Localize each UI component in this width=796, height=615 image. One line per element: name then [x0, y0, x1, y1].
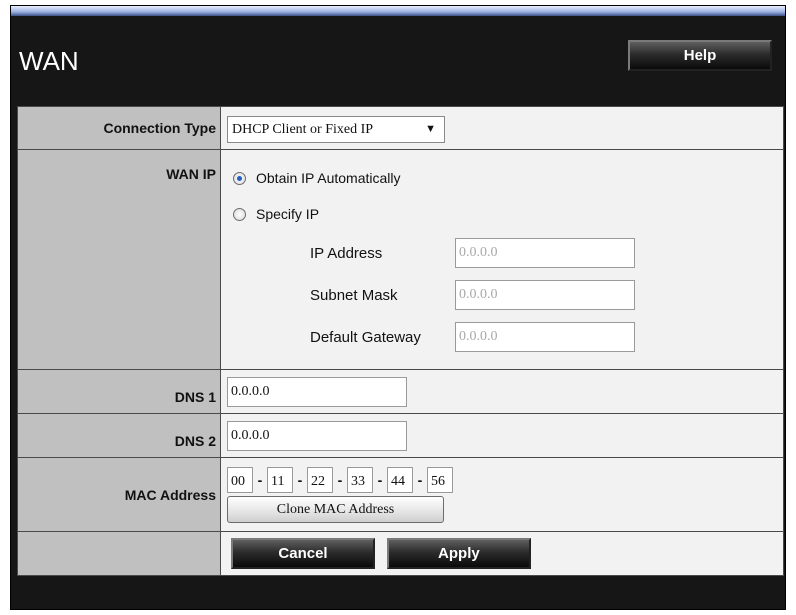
specify-ip-option[interactable]: Specify IP — [221, 196, 783, 232]
cancel-button[interactable]: Cancel — [231, 538, 375, 569]
ip-address-row: IP Address 0.0.0.0 — [221, 232, 783, 274]
wan-settings-panel: WAN Help Connection Type DHCP Client or … — [10, 5, 786, 610]
dns1-input[interactable]: 0.0.0.0 — [227, 376, 407, 407]
wan-ip-row: WAN IP Obtain IP Automatically Specify I… — [17, 149, 784, 370]
obtain-ip-label: Obtain IP Automatically — [256, 170, 401, 186]
specify-ip-label: Specify IP — [256, 206, 320, 222]
mac-octet-input[interactable]: 44 — [387, 467, 413, 493]
obtain-ip-radio[interactable] — [233, 171, 246, 185]
mac-address-fields: 00 - 11 - 22 - 33 - 44 - 56 — [227, 467, 783, 493]
wan-form: Connection Type DHCP Client or Fixed IP … — [17, 106, 784, 576]
connection-type-row: Connection Type DHCP Client or Fixed IP … — [17, 106, 784, 150]
dns2-label: DNS 2 — [17, 413, 221, 458]
mac-octet-input[interactable]: 00 — [227, 467, 253, 493]
obtain-ip-option[interactable]: Obtain IP Automatically — [221, 160, 783, 196]
mac-separator: - — [377, 472, 383, 488]
mac-separator: - — [337, 472, 343, 488]
connection-type-selected: DHCP Client or Fixed IP — [232, 122, 374, 137]
dns2-row: DNS 2 0.0.0.0 — [17, 413, 784, 458]
mac-separator: - — [297, 472, 303, 488]
mac-address-row: MAC Address 00 - 11 - 22 - 33 - 44 - 56 … — [17, 457, 784, 532]
default-gateway-row: Default Gateway 0.0.0.0 — [221, 316, 783, 358]
ip-address-input[interactable]: 0.0.0.0 — [455, 238, 635, 268]
default-gateway-label: Default Gateway — [310, 328, 421, 346]
mac-octet-input[interactable]: 22 — [307, 467, 333, 493]
ip-address-label: IP Address — [310, 244, 383, 262]
mac-separator: - — [257, 472, 263, 488]
dns2-input[interactable]: 0.0.0.0 — [227, 420, 407, 451]
header-bar: WAN Help — [11, 16, 785, 96]
mac-separator: - — [417, 472, 423, 488]
help-button[interactable]: Help — [628, 40, 772, 71]
wan-ip-label: WAN IP — [17, 149, 221, 370]
connection-type-select[interactable]: DHCP Client or Fixed IP ▼ — [227, 116, 445, 143]
clone-mac-button[interactable]: Clone MAC Address — [227, 496, 444, 523]
specify-ip-radio[interactable] — [233, 207, 246, 221]
dns1-label: DNS 1 — [17, 369, 221, 414]
mac-octet-input[interactable]: 33 — [347, 467, 373, 493]
dns1-row: DNS 1 0.0.0.0 — [17, 369, 784, 414]
mac-octet-input[interactable]: 56 — [427, 467, 453, 493]
mac-address-label: MAC Address — [17, 457, 221, 532]
apply-button[interactable]: Apply — [386, 538, 531, 569]
mac-octet-input[interactable]: 11 — [267, 467, 293, 493]
subnet-mask-label: Subnet Mask — [310, 286, 398, 304]
subnet-mask-input[interactable]: 0.0.0.0 — [455, 280, 635, 310]
chevron-down-icon: ▼ — [425, 123, 436, 135]
top-gradient-bar — [11, 6, 785, 16]
default-gateway-input[interactable]: 0.0.0.0 — [455, 322, 635, 352]
connection-type-label: Connection Type — [17, 106, 221, 150]
page-title: WAN — [19, 46, 79, 76]
subnet-mask-row: Subnet Mask 0.0.0.0 — [221, 274, 783, 316]
actions-row: Cancel Apply — [17, 531, 784, 576]
